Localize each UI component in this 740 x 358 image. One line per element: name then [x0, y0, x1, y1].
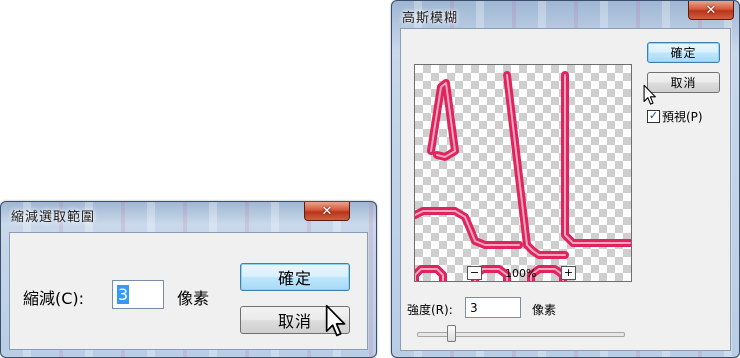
radius-label: 強度(R):: [407, 303, 453, 317]
minus-icon: −: [469, 266, 480, 279]
mouse-pointer-icon: [643, 84, 656, 105]
plus-icon: +: [563, 266, 574, 279]
shrink-dialog-title: 縮減選取範圍: [11, 210, 96, 225]
preview-stroke-3: [561, 71, 631, 247]
close-icon: ✕: [321, 203, 333, 219]
shrink-ok-button[interactable]: 確定: [240, 263, 350, 291]
zoom-in-button[interactable]: +: [561, 266, 576, 280]
blur-dialog-close-button[interactable]: ✕: [688, 1, 734, 20]
blur-ok-button[interactable]: 確定: [647, 42, 720, 63]
preview-checkbox[interactable]: ✓: [647, 110, 660, 123]
zoom-level: 100%: [505, 267, 537, 280]
checkmark-icon: ✓: [648, 109, 659, 122]
shrink-selection-dialog: 縮減選取範圍 ✕ 縮減(C): 3 像素 確定 取消: [0, 201, 377, 358]
preview-shapes: [415, 71, 631, 281]
shrink-dialog-close-button[interactable]: ✕: [304, 202, 350, 221]
blur-cancel-label: 取消: [670, 76, 697, 90]
shrink-amount-input[interactable]: 3: [112, 280, 164, 309]
shrink-amount-label: 縮減(C):: [23, 289, 85, 308]
close-icon: ✕: [705, 2, 717, 18]
shrink-amount-value: 3: [117, 285, 130, 304]
gaussian-blur-dialog: 高斯模糊 ✕ − 100% + 確定 取消 ✓ 預視(P) 強度(R): 3 像…: [391, 0, 740, 358]
preview-stroke-2: [503, 71, 569, 259]
radius-value: 3: [470, 300, 478, 315]
preview-checkbox-label: 預視(P): [662, 110, 703, 124]
blur-preview-canvas[interactable]: [414, 64, 632, 282]
preview-stroke-4: [415, 207, 523, 249]
shrink-unit-label: 像素: [177, 289, 210, 308]
shrink-cancel-label: 取消: [277, 312, 312, 331]
blur-dialog-title: 高斯模糊: [402, 11, 459, 26]
mouse-pointer-icon: [325, 304, 346, 337]
radius-input[interactable]: 3: [465, 297, 521, 318]
blur-cancel-button[interactable]: 取消: [647, 72, 720, 93]
blur-ok-label: 確定: [670, 46, 697, 60]
radius-unit-label: 像素: [532, 303, 557, 317]
radius-slider-thumb[interactable]: [447, 325, 456, 342]
zoom-out-button[interactable]: −: [467, 266, 482, 280]
shrink-ok-label: 確定: [277, 269, 312, 288]
blur-dialog-body: − 100% + 確定 取消 ✓ 預視(P) 強度(R): 3 像素: [400, 28, 731, 351]
shrink-dialog-body: 縮減(C): 3 像素 確定 取消: [9, 232, 368, 350]
